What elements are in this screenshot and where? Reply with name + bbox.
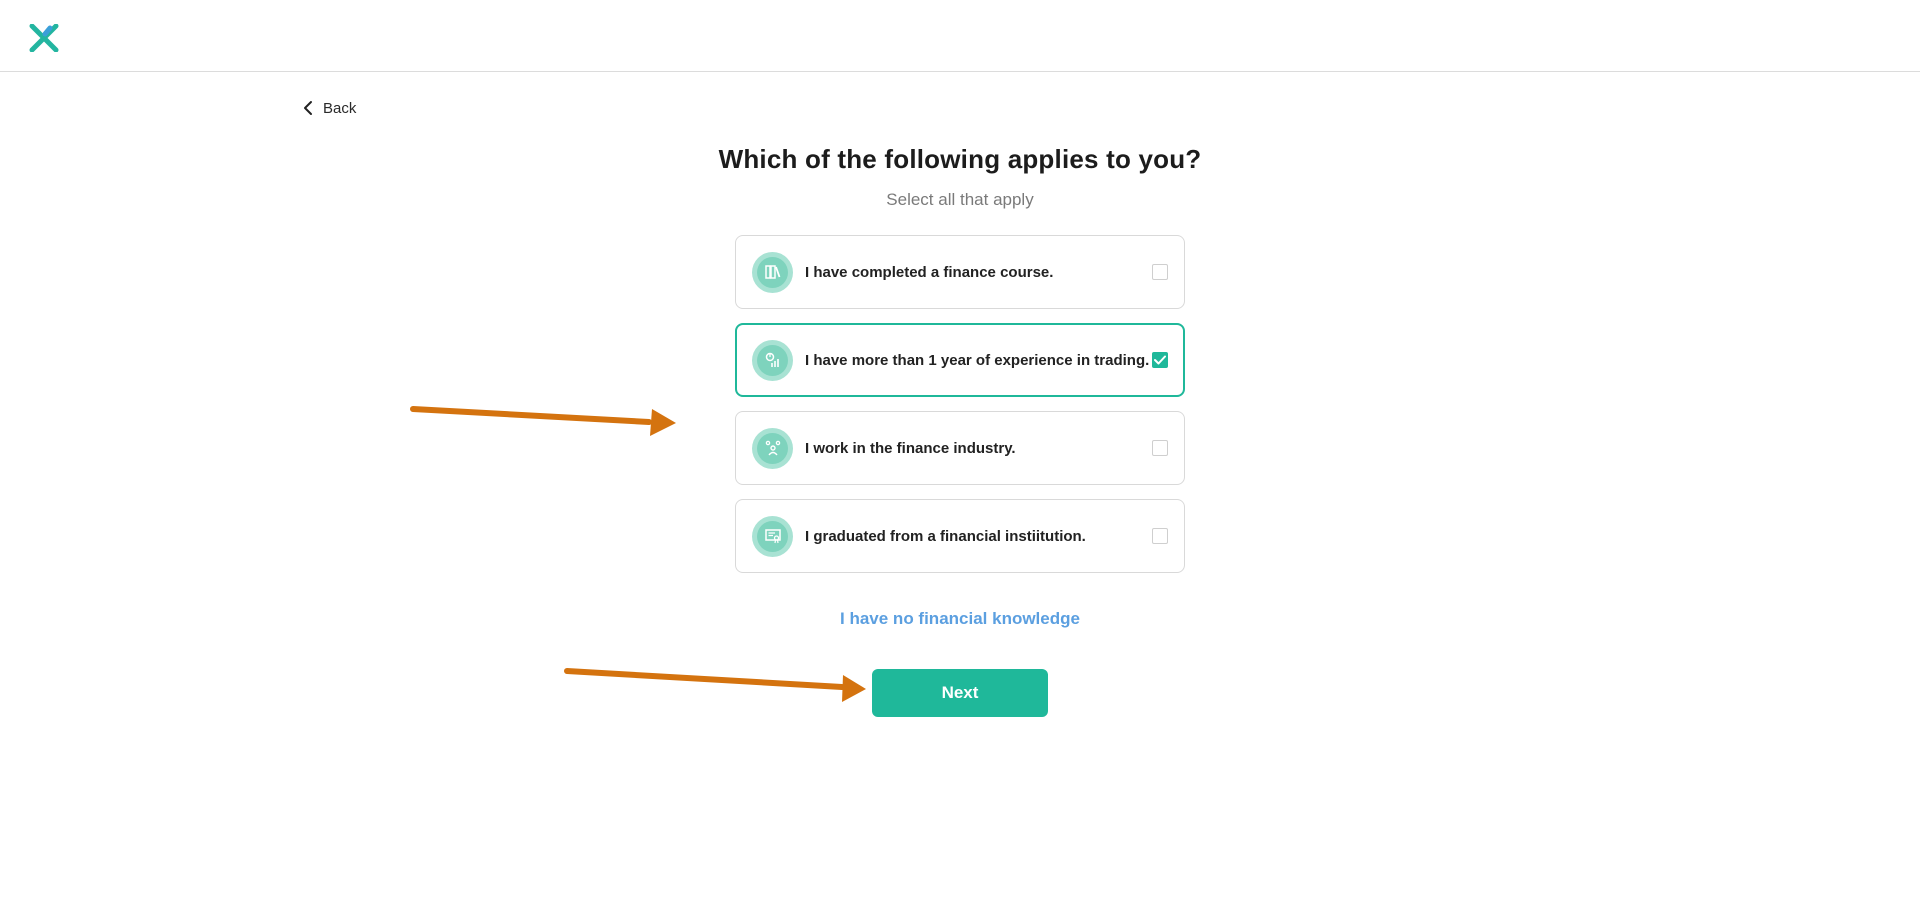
option-financial-institution[interactable]: I graduated from a financial instiitutio… [735,499,1185,573]
back-button[interactable]: Back [303,97,356,119]
brand-logo-icon[interactable] [29,24,59,52]
option-checkbox[interactable] [1152,440,1168,456]
back-label: Back [323,99,357,117]
no-financial-knowledge-link[interactable]: I have no financial knowledge [0,609,1920,629]
option-trading-experience[interactable]: I have more than 1 year of experience in… [735,323,1185,397]
option-label: I have completed a finance course. [805,263,1054,281]
next-button[interactable]: Next [872,669,1048,717]
page-subtitle: Select all that apply [886,190,1034,209]
option-label: I work in the finance industry. [805,439,1016,457]
options-list: I have completed a finance course. I hav… [735,235,1185,587]
top-bar [0,0,1920,72]
chart-icon [752,339,793,381]
option-checkbox[interactable] [1152,264,1168,280]
option-finance-industry[interactable]: I work in the finance industry. [735,411,1185,485]
option-finance-course[interactable]: I have completed a finance course. [735,235,1185,309]
page-title: Which of the following applies to you? [718,144,1202,174]
option-checkbox-checked[interactable] [1152,352,1168,368]
certificate-icon [752,515,793,557]
books-icon [752,251,793,293]
chevron-left-icon [304,101,312,115]
option-label: I have more than 1 year of experience in… [805,351,1150,369]
option-checkbox[interactable] [1152,528,1168,544]
checkmark-icon [1154,355,1166,365]
people-icon [752,427,793,469]
option-label: I graduated from a financial instiitutio… [805,527,1086,545]
